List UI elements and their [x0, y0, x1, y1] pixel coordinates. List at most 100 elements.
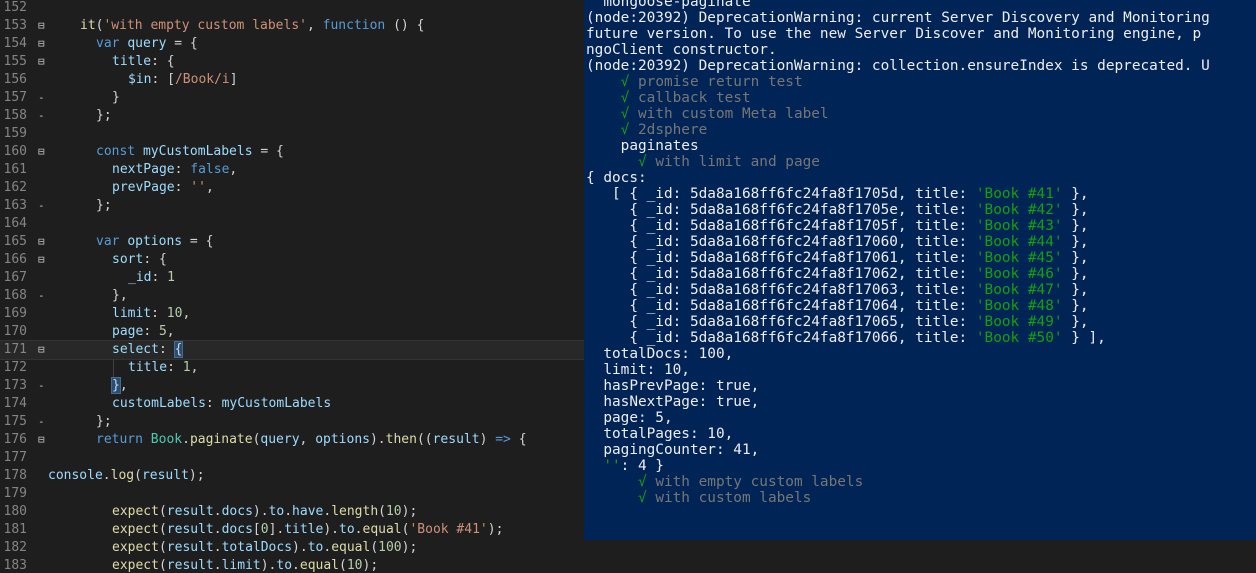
terminal-line: { _id: 5da8a168ff6fc24fa8f1705e, title: …	[586, 202, 1088, 218]
terminal-text: page: 5,	[586, 410, 673, 426]
terminal-text: with custom labels	[646, 490, 812, 506]
code-line[interactable]: 152	[0, 0, 584, 17]
code-line[interactable]: 176 ⊟ return Book.paginate(query, options)…	[0, 431, 584, 449]
terminal-text: },	[1062, 314, 1089, 330]
terminal-text: [ { _id: 5da8a168ff6fc24fa8f1705d, title…	[586, 186, 976, 202]
terminal-pane[interactable]: mongoose-paginate (node:20392) Deprecatio…	[584, 0, 1256, 540]
code-token: result	[166, 558, 214, 573]
code-line[interactable]: 165 ⊟ var options = {	[0, 233, 584, 251]
terminal-text: (node:20392) DeprecationWarning: collect…	[586, 58, 1210, 74]
code-token: .	[102, 468, 111, 483]
code-line[interactable]: 173-},	[0, 377, 584, 395]
fold-toggle-icon[interactable]: ⊟	[38, 341, 45, 359]
code-token: myCustomLabels	[142, 144, 253, 159]
indent-guide	[113, 359, 114, 377]
terminal-text: totalPages: 10,	[586, 426, 734, 442]
terminal-line: { docs:	[586, 170, 647, 186]
code-line[interactable]: 154 ⊟ var query = {	[0, 35, 584, 53]
terminal-line: totalDocs: 100,	[586, 346, 733, 362]
terminal-text: with custom Meta label	[629, 106, 829, 122]
terminal-text: with limit and page	[646, 154, 820, 170]
fold-toggle-icon[interactable]: ⊟	[38, 251, 45, 269]
code-token: };	[96, 198, 112, 213]
terminal-line: { _id: 5da8a168ff6fc24fa8f17066, title: …	[586, 330, 1106, 346]
code-token: :	[143, 324, 159, 339]
code-text: it('with empty custom labels', function …	[80, 17, 424, 35]
fold-toggle-icon[interactable]: ⊟	[38, 233, 45, 251]
line-number: 183	[3, 558, 27, 573]
code-text: expect(result.limit).to.equal(10);	[112, 557, 378, 573]
code-token: {	[173, 341, 184, 358]
terminal-text: 'Book #44'	[975, 234, 1063, 250]
code-token: to	[268, 504, 285, 519]
terminal-text: ngoClient constructor.	[586, 42, 777, 58]
code-line[interactable]: 177	[0, 449, 584, 467]
code-line[interactable]: 159	[0, 125, 584, 143]
code-line[interactable]: 175-};	[0, 413, 584, 431]
code-token: length	[331, 504, 379, 519]
code-line[interactable]: 167 _id: 1	[0, 269, 584, 287]
terminal-text: 'Book #50'	[975, 330, 1063, 346]
code-line[interactable]: 169 limit: 10,	[0, 305, 584, 323]
code-token: );	[401, 504, 418, 519]
code-line[interactable]: 166 ⊟ sort: {	[0, 251, 584, 269]
line-number: 177	[3, 450, 27, 465]
code-token: );	[362, 558, 379, 573]
code-line[interactable]: 182 expect(result.totalDocs).to.equal(100…	[0, 539, 584, 557]
code-line[interactable]: 180 expect(result.docs).to.have.length(10…	[0, 503, 584, 521]
fold-toggle-icon[interactable]: ⊟	[38, 143, 45, 161]
code-line[interactable]: 183 expect(result.limit).to.equal(10);	[0, 557, 584, 573]
code-line[interactable]: 181 expect(result.docs[0].title).to.equal…	[0, 521, 584, 539]
code-token: :	[158, 342, 175, 357]
code-token: : [	[151, 72, 175, 87]
code-token: .	[213, 540, 222, 555]
checkmark-icon: √	[637, 490, 647, 506]
code-token: (	[158, 558, 167, 573]
code-token: result	[141, 468, 189, 483]
code-line[interactable]: 157-}	[0, 89, 584, 107]
code-token: 0	[260, 522, 269, 537]
code-token: var	[96, 36, 120, 51]
line-number: 172	[3, 360, 27, 375]
fold-toggle-icon[interactable]: ⊟	[38, 35, 45, 53]
terminal-line: hasPrevPage: true,	[586, 378, 759, 394]
fold-toggle-icon[interactable]: ⊟	[38, 431, 45, 449]
code-token: it	[80, 18, 96, 33]
code-line[interactable]: 168-},	[0, 287, 584, 305]
code-line[interactable]: 155 ⊟ title: {	[0, 53, 584, 71]
code-line[interactable]: 160 ⊟ const myCustomLabels = {	[0, 143, 584, 161]
code-line[interactable]: 178 console.log(result);	[0, 467, 584, 485]
code-editor-pane[interactable]: 152 153 ⊟ it('with empty custom labels', fu…	[0, 0, 584, 573]
code-line[interactable]: 164	[0, 215, 584, 233]
code-line[interactable]: 179	[0, 485, 584, 503]
code-line[interactable]: 172 title: 1,	[0, 359, 584, 377]
terminal-line: { _id: 5da8a168ff6fc24fa8f17063, title: …	[586, 282, 1088, 298]
code-line[interactable]: 163-};	[0, 197, 584, 215]
code-line[interactable]: 161 nextPage: false,	[0, 161, 584, 179]
terminal-line: { _id: 5da8a168ff6fc24fa8f17062, title: …	[586, 266, 1088, 282]
code-line[interactable]: 174 customLabels: myCustomLabels	[0, 395, 584, 413]
fold-toggle-icon[interactable]: ⊟	[38, 17, 45, 35]
code-token: );	[188, 468, 205, 483]
code-line[interactable]: 156 $in: [/Book/i]	[0, 71, 584, 89]
code-text: return Book.paginate(query, options).the…	[96, 431, 527, 449]
terminal-line: mongoose-paginate	[586, 0, 750, 10]
code-line[interactable]: 153 ⊟ it('with empty custom labels', funct…	[0, 17, 584, 35]
fold-end-marker: -	[38, 379, 45, 392]
code-token: };	[96, 414, 112, 429]
code-token: .	[323, 504, 332, 519]
code-token: page	[112, 324, 144, 339]
code-line[interactable]: 170 page: 5,	[0, 323, 584, 341]
fold-toggle-icon[interactable]: ⊟	[38, 53, 45, 71]
code-token: limit	[112, 306, 152, 321]
line-number: 152	[3, 0, 27, 15]
code-line[interactable]: 171 ⊟ select: {	[0, 340, 584, 360]
code-line[interactable]: 162 prevPage: '',	[0, 179, 584, 197]
code-line[interactable]: 158-};	[0, 107, 584, 125]
code-text: customLabels: myCustomLabels	[112, 395, 331, 413]
code-token: to	[307, 540, 324, 555]
line-number: 169	[3, 306, 27, 321]
code-token: = {	[182, 234, 214, 249]
